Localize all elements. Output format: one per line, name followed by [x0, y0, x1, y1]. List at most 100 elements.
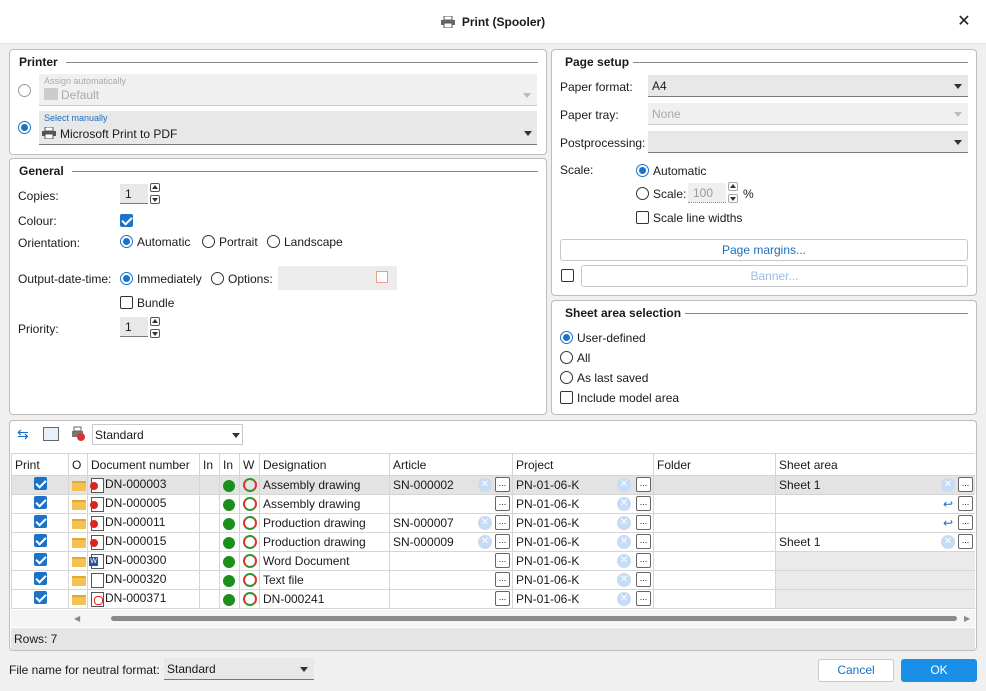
- include-model-area-checkbox[interactable]: [560, 391, 573, 404]
- sheet-area-cell[interactable]: ↩...: [775, 513, 975, 533]
- output-options-radio[interactable]: [211, 272, 224, 285]
- column-header[interactable]: Project: [512, 453, 654, 476]
- open-cell[interactable]: [68, 570, 88, 590]
- open-cell[interactable]: [68, 513, 88, 533]
- article-cell[interactable]: SN-000007 ✕...: [389, 513, 513, 533]
- browse-button[interactable]: ...: [636, 553, 651, 568]
- print-cell[interactable]: [11, 589, 69, 609]
- project-cell[interactable]: PN-01-06-K ✕...: [512, 551, 654, 571]
- open-cell[interactable]: [68, 494, 88, 514]
- bundle-checkbox[interactable]: [120, 296, 133, 309]
- clear-icon[interactable]: ✕: [941, 478, 955, 492]
- folder-icon[interactable]: [72, 575, 86, 586]
- copies-up-icon[interactable]: [150, 183, 160, 192]
- browse-button[interactable]: ...: [495, 515, 510, 530]
- browse-button[interactable]: ...: [495, 477, 510, 492]
- open-cell[interactable]: [68, 475, 88, 495]
- close-icon[interactable]: ✕: [954, 12, 974, 32]
- folder-cell[interactable]: [653, 494, 776, 514]
- copies-down-icon[interactable]: [150, 195, 160, 204]
- neutral-format-select[interactable]: Standard: [164, 658, 314, 680]
- clear-icon[interactable]: ✕: [617, 554, 631, 568]
- clear-icon[interactable]: ✕: [617, 573, 631, 587]
- article-cell[interactable]: ...: [389, 494, 513, 514]
- article-cell[interactable]: SN-000002 ✕...: [389, 475, 513, 495]
- sheet-area-cell[interactable]: Sheet 1 ✕...: [775, 475, 975, 495]
- select-manual-combo[interactable]: Select manually Microsoft Print to PDF: [39, 111, 537, 145]
- project-cell[interactable]: PN-01-06-K ✕...: [512, 494, 654, 514]
- sheet-area-cell[interactable]: ↩...: [775, 494, 975, 514]
- print-checkbox[interactable]: [33, 591, 47, 604]
- select-manual-radio[interactable]: [18, 121, 31, 134]
- article-cell[interactable]: SN-000009 ✕...: [389, 532, 513, 552]
- print-cell[interactable]: [11, 494, 69, 514]
- column-header[interactable]: O: [68, 453, 88, 476]
- undo-icon[interactable]: ↩: [943, 516, 953, 530]
- folder-icon[interactable]: [72, 518, 86, 529]
- priority-up-icon[interactable]: [150, 317, 160, 326]
- output-immediately-radio[interactable]: [120, 272, 133, 285]
- table-row[interactable]: DN-000003 Assembly drawing SN-000002 ✕... PN…: [11, 475, 975, 495]
- scale-line-widths-checkbox[interactable]: [636, 211, 649, 224]
- project-cell[interactable]: PN-01-06-K ✕...: [512, 589, 654, 609]
- clear-icon[interactable]: ✕: [478, 478, 492, 492]
- sheet-area-cell[interactable]: Sheet 1 ✕...: [775, 532, 975, 552]
- browse-button[interactable]: ...: [636, 572, 651, 587]
- print-cell[interactable]: [11, 570, 69, 590]
- article-cell[interactable]: ...: [389, 589, 513, 609]
- open-cell[interactable]: [68, 589, 88, 609]
- browse-button[interactable]: ...: [636, 515, 651, 530]
- assign-auto-radio[interactable]: [18, 84, 31, 97]
- colour-checkbox[interactable]: [120, 214, 133, 227]
- column-header[interactable]: Designation: [259, 453, 390, 476]
- table-row[interactable]: DN-000011 Production drawing SN-000007 ✕...…: [11, 513, 975, 533]
- orientation-landscape-radio[interactable]: [267, 235, 280, 248]
- print-checkbox[interactable]: [33, 534, 47, 547]
- folder-cell[interactable]: [653, 532, 776, 552]
- browse-button[interactable]: ...: [495, 553, 510, 568]
- clear-icon[interactable]: ✕: [478, 516, 492, 530]
- scale-automatic-radio[interactable]: [636, 164, 649, 177]
- priority-down-icon[interactable]: [150, 329, 160, 338]
- table-row[interactable]: DN-000005 Assembly drawing... PN-01-06-K ✕.…: [11, 494, 975, 514]
- preview-icon[interactable]: [43, 427, 59, 441]
- ok-button[interactable]: OK: [901, 659, 977, 682]
- print-checkbox[interactable]: [33, 572, 47, 585]
- browse-button[interactable]: ...: [958, 496, 973, 511]
- print-cell[interactable]: [11, 551, 69, 571]
- clear-icon[interactable]: ✕: [941, 535, 955, 549]
- open-cell[interactable]: [68, 551, 88, 571]
- folder-cell[interactable]: [653, 475, 776, 495]
- profile-select[interactable]: Standard: [92, 424, 243, 445]
- scroll-left-icon[interactable]: ◀: [74, 614, 80, 623]
- scale-custom-radio[interactable]: [636, 187, 649, 200]
- folder-cell[interactable]: [653, 589, 776, 609]
- column-header[interactable]: Sheet area: [775, 453, 975, 476]
- browse-button[interactable]: ...: [495, 591, 510, 606]
- printer-delete-icon[interactable]: [70, 426, 86, 442]
- paper-format-select[interactable]: A4: [648, 75, 968, 97]
- page-margins-button[interactable]: Page margins...: [560, 239, 968, 261]
- folder-icon[interactable]: [72, 537, 86, 548]
- copies-input[interactable]: 1: [120, 184, 148, 204]
- horizontal-scrollbar[interactable]: ◀ ▶: [11, 610, 975, 627]
- column-header[interactable]: Article: [389, 453, 513, 476]
- undo-icon[interactable]: ↩: [943, 497, 953, 511]
- clear-icon[interactable]: ✕: [617, 497, 631, 511]
- table-row[interactable]: DN-000015 Production drawing SN-000009 ✕...…: [11, 532, 975, 552]
- print-checkbox[interactable]: [33, 553, 47, 566]
- column-header[interactable]: Folder: [653, 453, 776, 476]
- folder-cell[interactable]: [653, 513, 776, 533]
- print-cell[interactable]: [11, 532, 69, 552]
- project-cell[interactable]: PN-01-06-K ✕...: [512, 513, 654, 533]
- browse-button[interactable]: ...: [636, 591, 651, 606]
- all-radio[interactable]: [560, 351, 573, 364]
- open-cell[interactable]: [68, 532, 88, 552]
- column-header[interactable]: W: [239, 453, 260, 476]
- column-header[interactable]: Document number: [87, 453, 200, 476]
- table-row[interactable]: DN-000320 Text file... PN-01-06-K ✕...: [11, 570, 975, 590]
- cancel-button[interactable]: Cancel: [818, 659, 894, 682]
- scroll-thumb[interactable]: [111, 616, 957, 621]
- orientation-automatic-radio[interactable]: [120, 235, 133, 248]
- print-cell[interactable]: [11, 475, 69, 495]
